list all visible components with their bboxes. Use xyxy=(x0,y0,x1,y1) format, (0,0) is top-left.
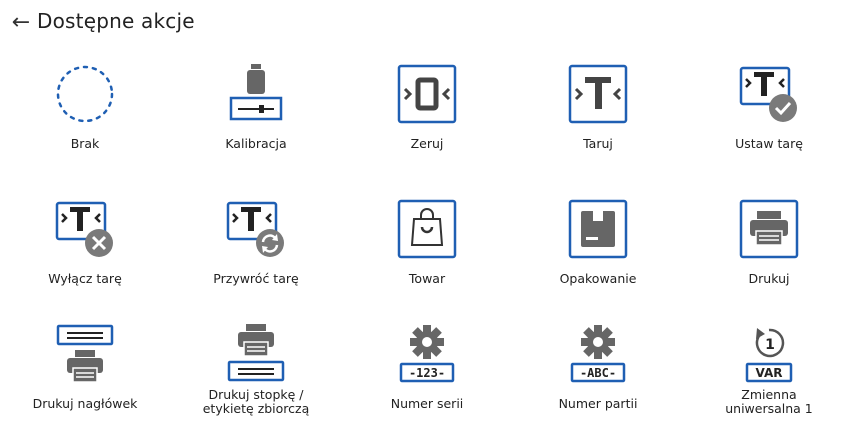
batch-badge-text: -ABC- xyxy=(580,366,616,380)
action-kalibracja[interactable]: Kalibracja xyxy=(181,46,331,171)
action-drukuj-naglowek[interactable]: Drukuj nagłówek xyxy=(10,306,160,431)
action-opakowanie[interactable]: Opakowanie xyxy=(523,181,673,306)
serial-number-icon: -123- xyxy=(395,322,459,386)
action-label: Towar xyxy=(408,271,446,286)
action-numer-partii[interactable]: -ABC- Numer partii xyxy=(523,306,673,431)
weight-calibration-icon xyxy=(224,62,288,126)
action-label: Wyłącz tarę xyxy=(48,271,122,286)
action-numer-serii[interactable]: -123- Numer serii xyxy=(352,306,502,431)
printer-icon xyxy=(737,197,801,261)
universal-variable-icon: 1 VAR xyxy=(737,322,801,386)
action-drukuj[interactable]: Drukuj xyxy=(694,181,844,306)
set-tare-icon xyxy=(737,62,801,126)
action-label: Numer partii xyxy=(558,396,638,411)
empty-dashed-circle-icon xyxy=(53,62,117,126)
disable-tare-icon xyxy=(53,197,117,261)
action-label: Kalibracja xyxy=(225,136,287,151)
variable-badge-text: VAR xyxy=(756,366,783,380)
action-taruj[interactable]: Taruj xyxy=(523,46,673,171)
print-footer-icon xyxy=(224,322,288,386)
action-label: Ustaw tarę xyxy=(735,136,803,151)
action-label: Brak xyxy=(70,136,100,151)
page-title: Dostępne akcje xyxy=(37,9,195,33)
action-label: Zmienna uniwersalna 1 xyxy=(725,387,813,416)
packaging-icon xyxy=(566,197,630,261)
action-drukuj-stopke[interactable]: Drukuj stopkę / etykietę zbiorczą xyxy=(181,306,331,431)
action-towar[interactable]: Towar xyxy=(352,181,502,306)
action-brak[interactable]: Brak xyxy=(10,46,160,171)
action-przywroc-tare[interactable]: Przywróć tarę xyxy=(181,181,331,306)
back-arrow-icon[interactable]: ← xyxy=(8,10,34,36)
action-label: Numer serii xyxy=(390,396,464,411)
product-bag-icon xyxy=(395,197,459,261)
action-label: Taruj xyxy=(583,136,613,151)
variable-number-text: 1 xyxy=(765,337,775,353)
tare-icon xyxy=(566,62,630,126)
action-ustaw-tare[interactable]: Ustaw tarę xyxy=(694,46,844,171)
restore-tare-icon xyxy=(224,197,288,261)
action-label: Drukuj xyxy=(748,271,790,286)
action-label: Opakowanie xyxy=(559,271,637,286)
action-label: Przywróć tarę xyxy=(213,271,299,286)
action-wylacz-tare[interactable]: Wyłącz tarę xyxy=(10,181,160,306)
serial-badge-text: -123- xyxy=(409,366,445,380)
action-label: Zeruj xyxy=(410,136,444,151)
header: ← Dostępne akcje xyxy=(0,0,862,46)
actions-grid: Brak Kalibracja Zeruj Taruj Ustaw tarę W… xyxy=(0,46,862,430)
print-header-icon xyxy=(53,322,117,386)
batch-number-icon: -ABC- xyxy=(566,322,630,386)
action-zeruj[interactable]: Zeruj xyxy=(352,46,502,171)
action-label: Drukuj stopkę / etykietę zbiorczą xyxy=(202,387,310,416)
zero-icon xyxy=(395,62,459,126)
action-zmienna-uniwersalna-1[interactable]: 1 VAR Zmienna uniwersalna 1 xyxy=(694,306,844,431)
action-label: Drukuj nagłówek xyxy=(32,396,138,411)
